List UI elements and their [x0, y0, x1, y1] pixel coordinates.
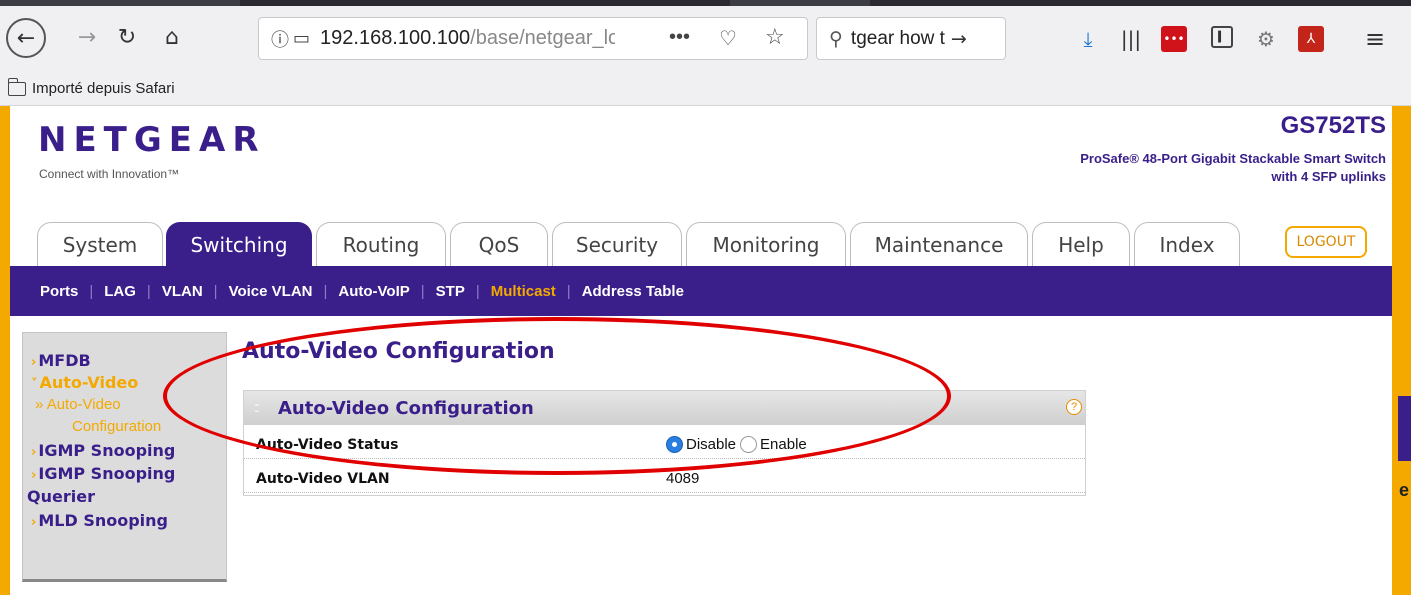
tab-maintenance[interactable]: Maintenance [850, 222, 1028, 266]
url-bar[interactable]: ⓘ ▭ 192.168.100.100 /base/netgear_lo •••… [258, 17, 808, 60]
tab-qos[interactable]: QoS [450, 222, 548, 266]
red-annotation-ellipse [163, 317, 951, 475]
chevron-right-icon: › [31, 445, 37, 460]
sidebar-item-mfdb[interactable]: › MFDB [31, 351, 91, 370]
logout-button[interactable]: LOGOUT [1285, 226, 1367, 258]
subnav-separator: | [146, 282, 151, 300]
subnav-separator: | [323, 282, 328, 300]
subnav-separator: | [213, 282, 218, 300]
background-window-edge-text: e [1399, 480, 1410, 500]
sidebar-item-auto-video[interactable]: ˅ Auto-Video [31, 373, 138, 392]
tab-security[interactable]: Security [552, 222, 682, 266]
chevron-right-icon: › [31, 515, 37, 530]
tab-switching[interactable]: Switching [166, 222, 312, 266]
menu-icon[interactable]: ≡ [1362, 25, 1388, 53]
bullet-icon: » [35, 396, 47, 413]
model-description: ProSafe® 48-Port Gigabit Stackable Smart… [1030, 150, 1386, 186]
folder-icon [8, 77, 26, 96]
subnav-address-table[interactable]: Address Table [582, 283, 684, 300]
sidebar-item-label: IGMP Snooping [38, 441, 176, 460]
subnav-separator: | [89, 282, 94, 300]
search-bar[interactable]: ⚲ tgear how t → [816, 17, 1006, 60]
subnav-auto-voip[interactable]: Auto-VoIP [338, 283, 409, 300]
model-description-line: ProSafe® 48-Port Gigabit Stackable Smart… [1080, 151, 1386, 166]
sidebar-subitem-label: Auto-Video [46, 396, 121, 413]
search-go-icon[interactable]: → [951, 28, 967, 50]
sidebar-item-label: MFDB [38, 351, 91, 370]
info-icon[interactable]: ⓘ [271, 26, 289, 52]
bookmark-folder[interactable]: Importé depuis Safari [8, 77, 175, 97]
background-window-edge [1398, 396, 1411, 461]
search-icon: ⚲ [829, 27, 843, 50]
forward-button[interactable]: → [70, 20, 104, 54]
logo-tagline: Connect with Innovation™ [39, 167, 180, 181]
chevron-down-icon: ˅ [31, 377, 38, 392]
sidebar-subitem-label-continued[interactable]: Configuration [72, 418, 161, 435]
tab-routing[interactable]: Routing [316, 222, 446, 266]
sidebar-item-label: IGMP Snooping [38, 464, 176, 483]
subnav-separator: | [420, 282, 425, 300]
subnav-separator: | [566, 282, 571, 300]
page-actions-icon[interactable]: ••• [669, 26, 690, 49]
left-accent-stripe [0, 106, 10, 595]
model-name: GS752TS [1280, 112, 1386, 139]
netgear-logo: NETGEAR [38, 120, 266, 160]
sidebar-subitem-auto-video-configuration[interactable]: » Auto-Video [35, 396, 121, 413]
download-icon[interactable]: ⤓ [1075, 26, 1101, 52]
lastpass-icon[interactable]: ••• [1161, 26, 1187, 52]
bookmarks-bar: Importé depuis Safari [0, 74, 1411, 106]
browser-toolbar: ← → ↻ ⌂ ⓘ ▭ 192.168.100.100 /base/netgea… [0, 6, 1411, 74]
sidebar-item-igmp-snooping-querier[interactable]: › IGMP Snooping [31, 464, 175, 483]
subnav-separator: | [475, 282, 480, 300]
subnav-voice-vlan[interactable]: Voice VLAN [229, 283, 313, 300]
help-icon[interactable]: ? [1066, 399, 1082, 415]
subnav-multicast[interactable]: Multicast [491, 283, 556, 300]
tab-help[interactable]: Help [1032, 222, 1130, 266]
chevron-right-icon: › [31, 468, 37, 483]
url-path: /base/netgear_lo [470, 27, 616, 49]
sidebar-item-label: Auto-Video [39, 373, 139, 392]
sidebar-item-mld-snooping[interactable]: › MLD Snooping [31, 511, 168, 530]
home-button[interactable]: ⌂ [155, 20, 189, 54]
model-description-line: with 4 SFP uplinks [1271, 169, 1386, 184]
sidebar-item-label: MLD Snooping [38, 511, 169, 530]
tab-monitoring[interactable]: Monitoring [686, 222, 846, 266]
subnav-lag[interactable]: LAG [104, 283, 136, 300]
url-host: 192.168.100.100 [320, 27, 471, 49]
subnav-stp[interactable]: STP [436, 283, 465, 300]
pdf-icon[interactable]: ⅄ [1298, 26, 1324, 52]
back-button[interactable]: ← [6, 18, 46, 58]
insecure-page-icon: ▭ [293, 28, 311, 49]
reload-button[interactable]: ↻ [110, 20, 144, 54]
tab-system[interactable]: System [37, 222, 163, 266]
subnav-ports[interactable]: Ports [40, 283, 78, 300]
subnav-vlan[interactable]: VLAN [162, 283, 203, 300]
sidebar-item-igmp-snooping[interactable]: › IGMP Snooping [31, 441, 175, 460]
bookmark-folder-label: Importé depuis Safari [32, 80, 175, 97]
chevron-right-icon: › [31, 355, 37, 370]
vlan-label: Auto-Video VLAN [256, 471, 390, 487]
tab-index[interactable]: Index [1134, 222, 1240, 266]
library-icon[interactable]: ||| [1118, 26, 1144, 52]
extension-icon[interactable]: ⚙ [1253, 26, 1279, 52]
vlan-value[interactable]: 4089 [666, 470, 699, 487]
sub-navigation: Ports | LAG | VLAN | Voice VLAN | Auto-VoIP |… [10, 266, 1392, 316]
sidebar-item-label-continued[interactable]: Querier [27, 487, 95, 506]
sidebar-toggle-icon[interactable]: ▍ [1211, 26, 1233, 48]
bookmark-star-icon[interactable]: ☆ [765, 25, 785, 50]
pocket-icon[interactable]: ♡ [719, 26, 737, 50]
search-input-text[interactable]: tgear how t [851, 28, 945, 50]
right-accent-stripe [1392, 106, 1411, 595]
